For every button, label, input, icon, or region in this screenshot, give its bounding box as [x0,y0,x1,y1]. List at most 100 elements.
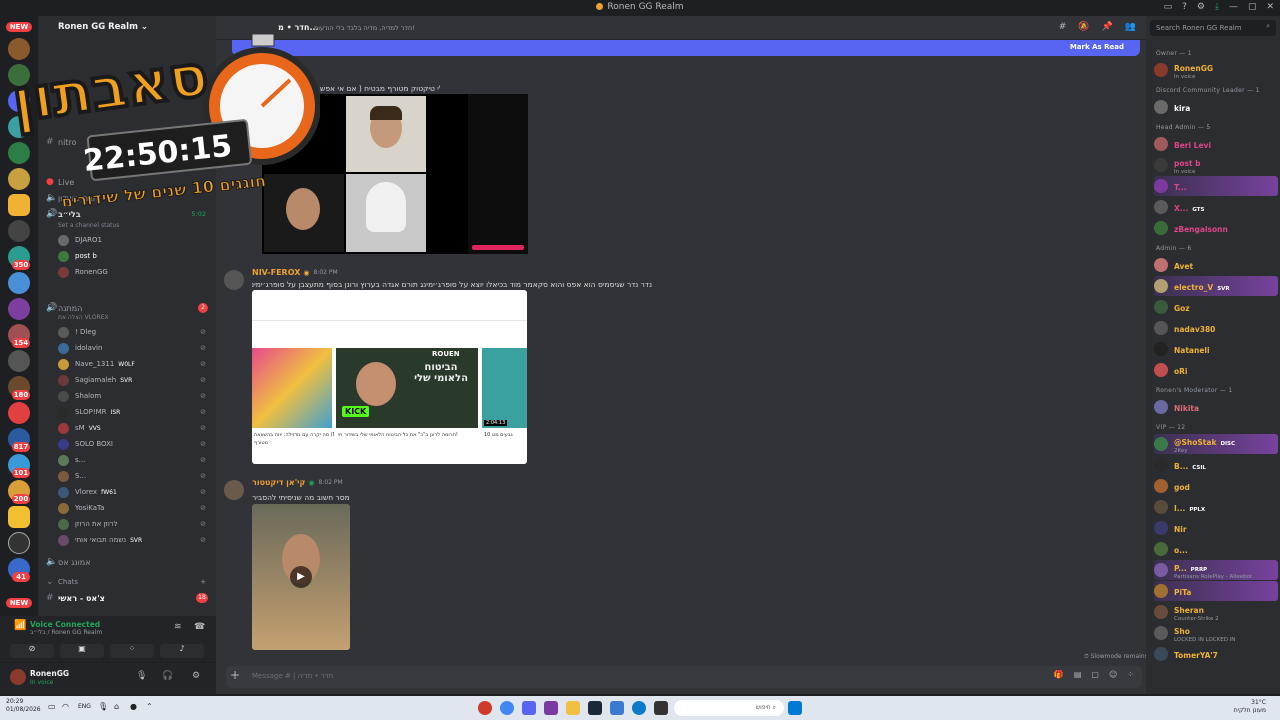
voice-user[interactable]: sM VVS ⊘ [58,420,214,436]
channel-waiting[interactable]: המתנה [58,304,82,313]
add-attachment-icon[interactable]: + [230,668,240,682]
member-item[interactable]: god [1154,476,1278,496]
member-item[interactable]: X... GTS [1154,197,1278,217]
language-indicator[interactable]: ENG [78,703,91,710]
sticker-icon[interactable]: ▢ [1091,670,1099,679]
video-thumbnail[interactable]: ROUEN הביטוח הלאומי שלי KICK [336,348,478,428]
member-item[interactable]: B... CSIL [1154,455,1278,475]
message-placeholder[interactable]: Message # | חדר • מדיה [252,672,333,680]
server-icon-15[interactable] [8,402,30,424]
voice-user[interactable]: idolavin ⊘ [58,340,214,356]
channel-amunot[interactable]: אמונג אס [58,558,91,567]
search-input[interactable]: Search Ronen GG Realm ⌕ [1150,20,1276,36]
member-item[interactable]: T... [1154,176,1278,196]
edge-icon[interactable] [632,701,646,715]
gear-icon[interactable]: ⚙ [192,671,200,681]
member-item[interactable]: Nikita [1154,397,1278,417]
voice-location[interactable]: בלי״ב / Ronen GG Realm [30,629,102,636]
headphones-icon[interactable]: 🎧 [162,671,173,681]
mark-as-read-button[interactable]: Mark As Read [1070,43,1124,51]
server-icon-20[interactable] [8,532,30,554]
channel-sas-rashi[interactable]: צ'אס - ראשי [58,594,105,603]
help-icon[interactable]: ? [1182,2,1187,12]
microphone-icon[interactable]: 🎙 [136,671,147,681]
member-item[interactable]: PiTa [1154,581,1278,601]
member-item[interactable]: Nir [1154,518,1278,538]
member-item[interactable]: electro_V SVR [1154,276,1278,296]
gift-icon[interactable]: 🎁 [1054,670,1064,679]
notification-icon[interactable]: ▭ [48,702,56,711]
member-item[interactable]: Beri Levi [1154,134,1278,154]
apps-icon[interactable]: ⁘ [1127,670,1134,679]
soundboard-button[interactable]: ♪ [160,644,204,658]
member-item[interactable]: post b In voice [1154,155,1278,175]
gif-icon[interactable]: ▤ [1074,670,1082,679]
camera-off-button[interactable]: ⊘ [10,644,54,658]
member-item[interactable]: Avet [1154,255,1278,275]
member-item[interactable]: oRi [1154,360,1278,380]
voice-user[interactable]: DJARO1 [75,236,102,244]
app-icon-2[interactable] [544,701,558,715]
steam-icon[interactable] [588,701,602,715]
server-icon-8[interactable] [8,220,30,242]
settings-icon[interactable]: ⚙ [1197,2,1205,12]
clock[interactable]: 20:29 01/08/2026 [6,698,41,714]
video-thumbnail[interactable]: 2:04:13 [482,348,527,428]
message-author[interactable]: קי'אן דיקטטור [252,478,305,487]
members-icon[interactable]: 👥 [1125,22,1136,32]
voice-user[interactable]: נשמה תבואי אותי SVR ⊘ [58,532,214,548]
discord-icon[interactable] [522,701,536,715]
member-item[interactable]: @ShoStak DISC 2Key [1154,434,1278,454]
username[interactable]: RonenGG [30,669,69,678]
wifi-icon[interactable]: ◠ [62,702,69,711]
member-item[interactable]: Goz [1154,297,1278,317]
disconnect-icon[interactable]: ☎ [194,622,205,632]
obs-icon[interactable]: ● [130,702,137,711]
avatar[interactable] [224,480,244,500]
windows-start-icon[interactable] [788,701,802,715]
channel-biliv[interactable]: בלי״ב [58,210,81,219]
screen-share-button[interactable]: ▣ [60,644,104,658]
noise-icon[interactable]: ≋ [174,622,182,632]
voice-user[interactable]: לרוזן את הרוזן ⊘ [58,516,214,532]
chevron-up-icon[interactable]: ⌃ [146,702,153,711]
channel-topic[interactable]: חדר למדיה, מדיה בלבד בלי הודעות! [314,24,415,32]
voice-user[interactable]: SOLO BOXI ⊘ [58,436,214,452]
voice-user[interactable]: Shalom ⊘ [58,388,214,404]
voice-user[interactable]: s... ⊘ [58,452,214,468]
video-attachment[interactable]: ▶ [252,504,350,650]
voice-user[interactable]: ! Dleg ⊘ [58,324,214,340]
server-icon-10[interactable] [8,272,30,294]
server-icon-13[interactable] [8,350,30,372]
download-icon[interactable]: ⤓ [1215,2,1219,12]
emoji-icon[interactable]: ☺ [1109,670,1117,679]
category-chats[interactable]: Chats [58,578,78,586]
member-item[interactable]: Sheran Counter-Strike 2 [1154,602,1278,622]
pin-icon[interactable]: 📌 [1102,22,1113,32]
inbox-icon[interactable]: ▭ [1164,2,1173,12]
avatar[interactable] [10,669,26,685]
app-icon-4[interactable] [654,701,668,715]
chrome-icon[interactable] [500,701,514,715]
microphone-icon[interactable]: 🎙 [98,702,108,711]
member-item[interactable]: zBengalsonn [1154,218,1278,238]
voice-user[interactable]: Sagiamaleh SVR ⊘ [58,372,214,388]
activities-button[interactable]: ⁘ [110,644,154,658]
member-item[interactable]: nadav380 [1154,318,1278,338]
minimize-button[interactable]: — [1229,2,1238,12]
member-item[interactable]: Nataneli [1154,339,1278,359]
weather-widget[interactable]: 31°C מעונן חלקית [1234,699,1266,715]
member-item[interactable]: o... [1154,539,1278,559]
close-button[interactable]: ✕ [1266,2,1274,12]
file-explorer-icon[interactable] [566,701,580,715]
voice-user[interactable]: post b [75,252,97,260]
avatar[interactable] [224,270,244,290]
new-messages-bar[interactable]: Mark As Read [232,40,1140,56]
voice-status[interactable]: Voice Connected [30,620,100,629]
add-channel-icon[interactable]: + [200,578,206,586]
member-item[interactable]: Sho LOCKED IN LOCKED IN [1154,623,1278,643]
maximize-button[interactable]: ▢ [1248,2,1257,12]
set-channel-status[interactable]: Set a channel status [58,222,119,229]
member-item[interactable]: TomerYA'7 [1154,644,1278,664]
play-icon[interactable]: ▶ [290,566,312,588]
